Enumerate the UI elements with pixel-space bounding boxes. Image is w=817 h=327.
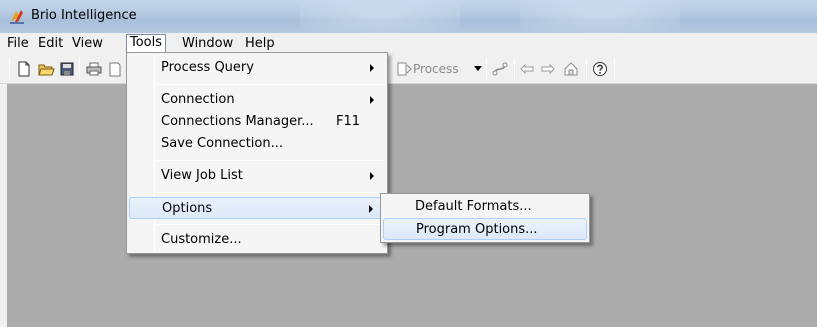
options-submenu: Default Formats... Program Options... <box>380 193 590 243</box>
menu-item-label: Customize... <box>161 232 242 247</box>
toolbar-separator <box>79 58 80 80</box>
dropdown-arrow-icon[interactable] <box>474 60 482 78</box>
menu-edit[interactable]: Edit <box>38 35 63 54</box>
title-bar-glow <box>520 0 680 33</box>
brio-app-icon <box>10 10 24 24</box>
process-label: Process <box>413 62 459 76</box>
menu-bar: File Edit View Tools Window Help <box>0 33 817 54</box>
menu-separator <box>157 84 385 85</box>
menu-item-label: Options <box>162 201 213 216</box>
title-bar[interactable]: Brio Intelligence <box>0 0 817 33</box>
toolbar-separator <box>586 58 587 80</box>
menu-tools[interactable]: Tools <box>126 34 167 53</box>
menu-separator <box>157 160 385 161</box>
menu-item-default-formats[interactable]: Default Formats... <box>383 196 587 218</box>
tools-menu-dropdown: Process Query Connection Connections Man… <box>126 52 388 254</box>
back-arrow-icon[interactable] <box>520 60 534 78</box>
menu-item-process-query[interactable]: Process Query <box>129 57 385 79</box>
menu-item-label: Connection <box>161 92 235 107</box>
menu-item-connection[interactable]: Connection <box>129 89 385 111</box>
print-icon[interactable] <box>86 60 102 78</box>
connection-icon[interactable] <box>492 60 508 78</box>
menu-file[interactable]: File <box>7 35 29 54</box>
submenu-arrow-icon <box>369 205 373 213</box>
forward-arrow-icon[interactable] <box>541 60 555 78</box>
submenu-arrow-icon <box>370 64 374 72</box>
menu-item-label: Process Query <box>161 60 254 75</box>
title-bar-glow <box>300 0 460 33</box>
menu-item-customize[interactable]: Customize... <box>129 229 385 251</box>
toolbar-separator <box>486 58 487 80</box>
menu-item-options[interactable]: Options <box>129 197 385 219</box>
menu-view[interactable]: View <box>72 35 103 54</box>
toolbar-separator <box>614 58 615 80</box>
open-folder-icon[interactable] <box>38 60 55 78</box>
workspace-border <box>0 84 7 327</box>
help-icon[interactable] <box>592 60 608 78</box>
menu-item-save-connection[interactable]: Save Connection... <box>129 133 385 155</box>
menu-item-label: Save Connection... <box>161 136 283 151</box>
menu-item-label: View Job List <box>161 168 243 183</box>
process-icon <box>397 62 412 75</box>
toolbar: Process <box>0 54 817 84</box>
menu-item-shortcut: F11 <box>335 114 360 129</box>
menu-item-label: Connections Manager... <box>161 114 314 129</box>
toolbar-separator <box>514 58 515 80</box>
menu-separator <box>157 192 385 193</box>
menu-item-view-job-list[interactable]: View Job List <box>129 165 385 187</box>
menu-item-connections-manager[interactable]: Connections Manager... F11 <box>129 111 385 133</box>
home-icon[interactable] <box>563 60 579 78</box>
toolbar-separator <box>390 58 391 80</box>
menu-item-program-options[interactable]: Program Options... <box>383 218 587 240</box>
toolbar-separator <box>9 58 10 80</box>
submenu-arrow-icon <box>370 96 374 104</box>
process-button[interactable]: Process <box>397 60 459 78</box>
print-preview-icon[interactable] <box>108 60 122 78</box>
menu-separator <box>157 224 385 225</box>
menu-item-label: Program Options... <box>416 222 538 237</box>
window-title: Brio Intelligence <box>31 8 137 23</box>
menu-item-label: Default Formats... <box>415 199 532 214</box>
submenu-arrow-icon <box>370 172 374 180</box>
save-icon[interactable] <box>60 60 74 78</box>
new-icon[interactable] <box>17 60 31 78</box>
